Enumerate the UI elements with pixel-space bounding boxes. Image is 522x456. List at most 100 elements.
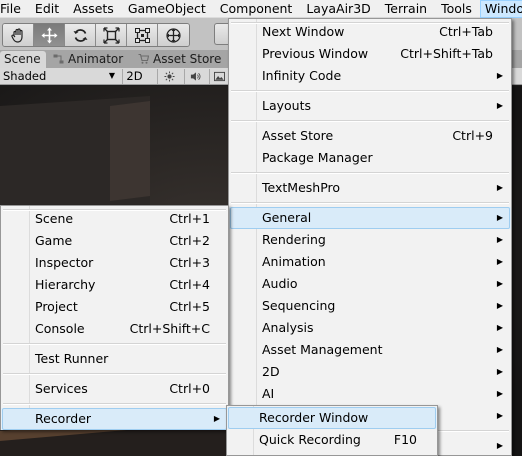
menu-item-label: Rendering xyxy=(262,232,326,247)
menu-item-textmeshpro[interactable]: TextMeshPro ▶ xyxy=(229,177,511,199)
pivot-toggle-button[interactable] xyxy=(214,23,228,45)
submenu-arrow-icon: ▶ xyxy=(496,389,503,398)
menu-tools[interactable]: Tools xyxy=(434,0,479,18)
scale-tool-button[interactable] xyxy=(96,24,127,46)
menu-item-label: AI xyxy=(262,386,275,401)
menu-item-label: Services xyxy=(35,381,88,396)
submenu-arrow-icon: ▶ xyxy=(496,441,503,450)
submenu-arrow-icon: ▶ xyxy=(496,235,503,244)
hand-icon xyxy=(10,27,23,43)
move-tool-button[interactable] xyxy=(34,24,65,46)
toggle-2d-button[interactable]: 2D xyxy=(122,69,146,84)
transform-tool-button[interactable] xyxy=(158,24,189,46)
menu-item-label: Recorder xyxy=(35,411,92,426)
menu-bar: File Edit Assets GameObject Component La… xyxy=(0,0,522,18)
window-menu: Next Window Ctrl+Tab Previous Window Ctr… xyxy=(228,18,512,456)
audio-toggle-button[interactable] xyxy=(184,69,206,84)
tab-animator[interactable]: Animator xyxy=(49,51,127,68)
menu-item-audio[interactable]: Audio ▶ xyxy=(229,273,511,295)
submenu-arrow-icon: ▶ xyxy=(496,411,503,420)
menu-item-analysis[interactable]: Analysis ▶ xyxy=(229,317,511,339)
submenu-arrow-icon: ▶ xyxy=(496,101,503,110)
menu-item-asset-store[interactable]: Asset Store Ctrl+9 xyxy=(229,125,511,147)
menu-window[interactable]: Window xyxy=(479,0,522,18)
menu-item-layouts[interactable]: Layouts ▶ xyxy=(229,95,511,117)
menu-item-label: Recorder Window xyxy=(259,410,369,425)
menu-item-shortcut: Ctrl+4 xyxy=(169,277,210,292)
menu-terrain[interactable]: Terrain xyxy=(378,0,434,18)
effects-toggle-button[interactable] xyxy=(209,69,229,84)
menu-item-label: Animation xyxy=(262,254,326,269)
menu-item-general[interactable]: General ▶ xyxy=(229,207,511,229)
shading-mode-dropdown[interactable]: Shaded ▼ xyxy=(3,69,117,84)
menu-item-label: 2D xyxy=(262,364,280,379)
menu-item-label: Next Window xyxy=(262,24,345,39)
menu-item-shortcut: Ctrl+5 xyxy=(169,299,210,314)
menu-file[interactable]: File xyxy=(0,0,28,18)
submenu-arrow-icon: ▶ xyxy=(496,183,503,192)
menu-item-label: Asset Store xyxy=(262,128,334,143)
menu-item-animation[interactable]: Animation ▶ xyxy=(229,251,511,273)
menu-item-label: Infinity Code xyxy=(262,68,342,83)
lighting-toggle-button[interactable] xyxy=(157,69,181,84)
menu-gameobject[interactable]: GameObject xyxy=(121,0,213,18)
image-icon xyxy=(214,71,225,82)
transform-tools xyxy=(2,23,190,47)
menu-item-package-manager[interactable]: Package Manager xyxy=(229,147,511,169)
menu-separator xyxy=(1,340,228,348)
menu-item-game[interactable]: Game Ctrl+2 xyxy=(1,230,228,252)
menu-item-label: Analysis xyxy=(262,320,314,335)
transform-tool-icon xyxy=(166,27,181,43)
menu-component[interactable]: Component xyxy=(213,0,300,18)
menu-item-2d[interactable]: 2D ▶ xyxy=(229,361,511,383)
menu-item-label: Project xyxy=(35,299,78,314)
menu-item-label: Hierarchy xyxy=(35,277,96,292)
menu-item-project[interactable]: Project Ctrl+5 xyxy=(1,296,228,318)
menu-item-hierarchy[interactable]: Hierarchy Ctrl+4 xyxy=(1,274,228,296)
menu-item-rendering[interactable]: Rendering ▶ xyxy=(229,229,511,251)
menu-item-infinity-code[interactable]: Infinity Code ▶ xyxy=(229,65,511,87)
rect-tool-button[interactable] xyxy=(127,24,158,46)
menu-item-label: Inspector xyxy=(35,255,94,270)
menu-item-ai[interactable]: AI ▶ xyxy=(229,383,511,405)
menu-assets[interactable]: Assets xyxy=(66,0,121,18)
menu-item-recorder-window[interactable]: Recorder Window xyxy=(227,407,437,429)
menu-item-shortcut: Ctrl+Shift+Tab xyxy=(400,46,493,61)
menu-item-asset-management[interactable]: Asset Management ▶ xyxy=(229,339,511,361)
scale-icon xyxy=(102,26,120,44)
tab-scene[interactable]: Scene xyxy=(0,51,46,68)
hand-tool-button[interactable] xyxy=(3,24,34,46)
toggle-2d-label: 2D xyxy=(126,69,143,83)
menu-item-test-runner[interactable]: Test Runner xyxy=(1,348,228,370)
menu-item-previous-window[interactable]: Previous Window Ctrl+Shift+Tab xyxy=(229,43,511,65)
menu-item-console[interactable]: Console Ctrl+Shift+C xyxy=(1,318,228,340)
recorder-submenu: Recorder Window Quick Recording F10 xyxy=(226,405,438,456)
menu-item-shortcut: Ctrl+Shift+C xyxy=(129,321,210,336)
menu-item-label: TextMeshPro xyxy=(262,180,341,195)
menu-item-label: Previous Window xyxy=(262,46,369,61)
menu-item-quick-recording[interactable]: Quick Recording F10 xyxy=(227,429,437,451)
submenu-arrow-icon: ▶ xyxy=(496,323,503,332)
menu-layaair3d[interactable]: LayaAir3D xyxy=(299,0,377,18)
menu-item-inspector[interactable]: Inspector Ctrl+3 xyxy=(1,252,228,274)
menu-item-sequencing[interactable]: Sequencing ▶ xyxy=(229,295,511,317)
submenu-arrow-icon: ▶ xyxy=(213,414,220,423)
menu-item-next-window[interactable]: Next Window Ctrl+Tab xyxy=(229,21,511,43)
menu-item-label: Layouts xyxy=(262,98,312,113)
menu-separator xyxy=(1,400,228,408)
menu-edit[interactable]: Edit xyxy=(28,0,66,18)
menu-separator xyxy=(229,199,511,207)
tab-asset-store-label: Asset Store xyxy=(153,52,222,66)
tab-asset-store[interactable]: Asset Store xyxy=(134,51,225,68)
menu-item-shortcut: Ctrl+1 xyxy=(169,211,210,226)
shading-mode-value: Shaded xyxy=(3,69,47,83)
menu-separator xyxy=(1,370,228,378)
dropdown-arrow-icon: ▼ xyxy=(108,71,115,80)
menu-item-recorder[interactable]: Recorder ▶ xyxy=(1,408,228,430)
menu-item-label: Package Manager xyxy=(262,150,373,165)
menu-separator xyxy=(229,87,511,95)
submenu-arrow-icon: ▶ xyxy=(496,257,503,266)
menu-item-services[interactable]: Services Ctrl+0 xyxy=(1,378,228,400)
rotate-tool-button[interactable] xyxy=(65,24,96,46)
menu-item-scene[interactable]: Scene Ctrl+1 xyxy=(1,208,228,230)
